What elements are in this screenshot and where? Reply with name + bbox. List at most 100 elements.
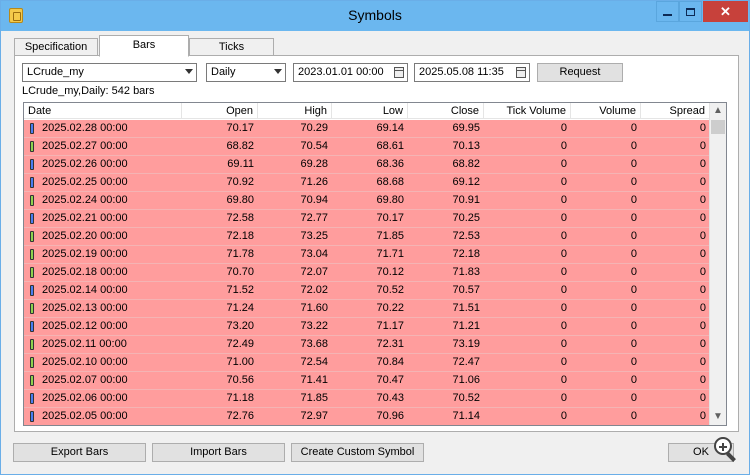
date-to-field[interactable]: 2025.05.08 11:35 bbox=[414, 63, 530, 82]
bars-table[interactable]: Date Open High Low Close Tick Volume Vol… bbox=[23, 102, 727, 426]
cell-low: 70.52 bbox=[376, 284, 404, 296]
maximize-icon bbox=[686, 7, 695, 16]
cell-date: 2025.02.13 00:00 bbox=[42, 302, 128, 314]
cell-open: 71.24 bbox=[226, 302, 254, 314]
table-row[interactable]: 2025.02.28 00:00 70.17 70.29 69.14 69.95 0 0 0 bbox=[24, 120, 710, 138]
bars-summary: LCrude_my,Daily: 542 bars bbox=[22, 85, 155, 97]
table-row[interactable]: 2025.02.05 00:00 72.76 72.97 70.96 71.14 0 0 0 bbox=[24, 408, 710, 425]
table-row[interactable]: 2025.02.27 00:00 68.82 70.54 68.61 70.13 0 0 0 bbox=[24, 138, 710, 156]
cell-tick-volume: 0 bbox=[560, 284, 567, 296]
table-row[interactable]: 2025.02.13 00:00 71.24 71.60 70.22 71.51 0 0 0 bbox=[24, 300, 710, 318]
tab-ticks[interactable]: Ticks bbox=[189, 38, 274, 56]
table-row[interactable]: 2025.02.26 00:00 69.11 69.28 68.36 68.82 0 0 0 bbox=[24, 156, 710, 174]
cell-open: 73.20 bbox=[226, 320, 254, 332]
cell-high: 71.60 bbox=[300, 302, 328, 314]
cell-volume: 0 bbox=[630, 374, 637, 386]
table-row[interactable]: 2025.02.18 00:00 70.70 72.07 70.12 71.83 0 0 0 bbox=[24, 264, 710, 282]
cell-open: 71.78 bbox=[226, 248, 254, 260]
zoom-in-icon[interactable] bbox=[711, 435, 739, 463]
cell-spread: 0 bbox=[699, 374, 706, 386]
table-row[interactable]: 2025.02.14 00:00 71.52 72.02 70.52 70.57 0 0 0 bbox=[24, 282, 710, 300]
request-button[interactable]: Request bbox=[537, 63, 623, 82]
tab-bars[interactable]: Bars bbox=[99, 35, 189, 57]
cell-low: 69.80 bbox=[376, 194, 404, 206]
column-header-volume[interactable]: Volume bbox=[571, 103, 641, 119]
chevron-down-icon bbox=[274, 69, 282, 74]
cell-high: 72.02 bbox=[300, 284, 328, 296]
minimize-button[interactable] bbox=[656, 1, 679, 22]
table-row[interactable]: 2025.02.11 00:00 72.49 73.68 72.31 73.19 0 0 0 bbox=[24, 336, 710, 354]
cell-date: 2025.02.12 00:00 bbox=[42, 320, 128, 332]
cell-date: 2025.02.06 00:00 bbox=[42, 392, 128, 404]
cell-tick-volume: 0 bbox=[560, 230, 567, 242]
cell-volume: 0 bbox=[630, 338, 637, 350]
table-row[interactable]: 2025.02.12 00:00 73.20 73.22 71.17 71.21 0 0 0 bbox=[24, 318, 710, 336]
cell-close: 71.21 bbox=[452, 320, 480, 332]
create-custom-symbol-button[interactable]: Create Custom Symbol bbox=[291, 443, 424, 462]
cell-open: 71.00 bbox=[226, 356, 254, 368]
cell-low: 70.22 bbox=[376, 302, 404, 314]
cell-volume: 0 bbox=[630, 266, 637, 278]
maximize-button[interactable] bbox=[679, 1, 702, 22]
close-button[interactable]: ✕ bbox=[703, 1, 748, 22]
column-header-spread[interactable]: Spread bbox=[641, 103, 710, 119]
cell-open: 72.18 bbox=[226, 230, 254, 242]
vertical-scrollbar[interactable]: ▲ ▼ bbox=[709, 103, 726, 425]
cell-low: 72.31 bbox=[376, 338, 404, 350]
cell-date: 2025.02.14 00:00 bbox=[42, 284, 128, 296]
date-to-value: 2025.05.08 11:35 bbox=[419, 66, 504, 78]
export-bars-button[interactable]: Export Bars bbox=[13, 443, 146, 462]
cell-high: 73.25 bbox=[300, 230, 328, 242]
column-header-low[interactable]: Low bbox=[332, 103, 408, 119]
table-row[interactable]: 2025.02.07 00:00 70.56 71.41 70.47 71.06 0 0 0 bbox=[24, 372, 710, 390]
column-header-high[interactable]: High bbox=[258, 103, 332, 119]
cell-date: 2025.02.26 00:00 bbox=[42, 158, 128, 170]
cell-tick-volume: 0 bbox=[560, 374, 567, 386]
cell-close: 71.06 bbox=[452, 374, 480, 386]
cell-high: 73.22 bbox=[300, 320, 328, 332]
timeframe-select[interactable]: Daily bbox=[206, 63, 286, 82]
symbol-select[interactable]: LCrude_my bbox=[22, 63, 197, 82]
column-header-open[interactable]: Open bbox=[182, 103, 258, 119]
cell-tick-volume: 0 bbox=[560, 212, 567, 224]
cell-tick-volume: 0 bbox=[560, 140, 567, 152]
scroll-up-icon[interactable]: ▲ bbox=[710, 103, 726, 119]
scroll-thumb[interactable] bbox=[711, 120, 725, 134]
table-row[interactable]: 2025.02.24 00:00 69.80 70.94 69.80 70.91 0 0 0 bbox=[24, 192, 710, 210]
table-row[interactable]: 2025.02.06 00:00 71.18 71.85 70.43 70.52 0 0 0 bbox=[24, 390, 710, 408]
cell-date: 2025.02.10 00:00 bbox=[42, 356, 128, 368]
date-from-field[interactable]: 2023.01.01 00:00 bbox=[293, 63, 408, 82]
calendar-icon[interactable] bbox=[394, 67, 404, 78]
column-header-tick-volume[interactable]: Tick Volume bbox=[484, 103, 571, 119]
cell-tick-volume: 0 bbox=[560, 248, 567, 260]
table-row[interactable]: 2025.02.10 00:00 71.00 72.54 70.84 72.47 0 0 0 bbox=[24, 354, 710, 372]
cell-high: 71.85 bbox=[300, 392, 328, 404]
column-header-close[interactable]: Close bbox=[408, 103, 484, 119]
cell-volume: 0 bbox=[630, 392, 637, 404]
cell-spread: 0 bbox=[699, 122, 706, 134]
table-row[interactable]: 2025.02.25 00:00 70.92 71.26 68.68 69.12 0 0 0 bbox=[24, 174, 710, 192]
close-icon: ✕ bbox=[720, 4, 731, 19]
cell-open: 71.52 bbox=[226, 284, 254, 296]
cell-close: 71.83 bbox=[452, 266, 480, 278]
column-header-date[interactable]: Date bbox=[24, 103, 182, 119]
cell-volume: 0 bbox=[630, 248, 637, 260]
bear-bar-icon bbox=[30, 321, 34, 332]
bull-bar-icon bbox=[30, 339, 34, 350]
cell-volume: 0 bbox=[630, 140, 637, 152]
cell-open: 70.70 bbox=[226, 266, 254, 278]
bull-bar-icon bbox=[30, 375, 34, 386]
cell-open: 72.49 bbox=[226, 338, 254, 350]
table-row[interactable]: 2025.02.20 00:00 72.18 73.25 71.85 72.53 0 0 0 bbox=[24, 228, 710, 246]
cell-high: 73.68 bbox=[300, 338, 328, 350]
scroll-down-icon[interactable]: ▼ bbox=[710, 409, 726, 425]
table-row[interactable]: 2025.02.19 00:00 71.78 73.04 71.71 72.18 0 0 0 bbox=[24, 246, 710, 264]
title-bar[interactable]: Symbols ✕ bbox=[1, 1, 749, 31]
tab-specification[interactable]: Specification bbox=[14, 38, 98, 56]
cell-tick-volume: 0 bbox=[560, 158, 567, 170]
cell-date: 2025.02.21 00:00 bbox=[42, 212, 128, 224]
calendar-icon[interactable] bbox=[516, 67, 526, 78]
import-bars-button[interactable]: Import Bars bbox=[152, 443, 285, 462]
table-row[interactable]: 2025.02.21 00:00 72.58 72.77 70.17 70.25 0 0 0 bbox=[24, 210, 710, 228]
cell-spread: 0 bbox=[699, 176, 706, 188]
